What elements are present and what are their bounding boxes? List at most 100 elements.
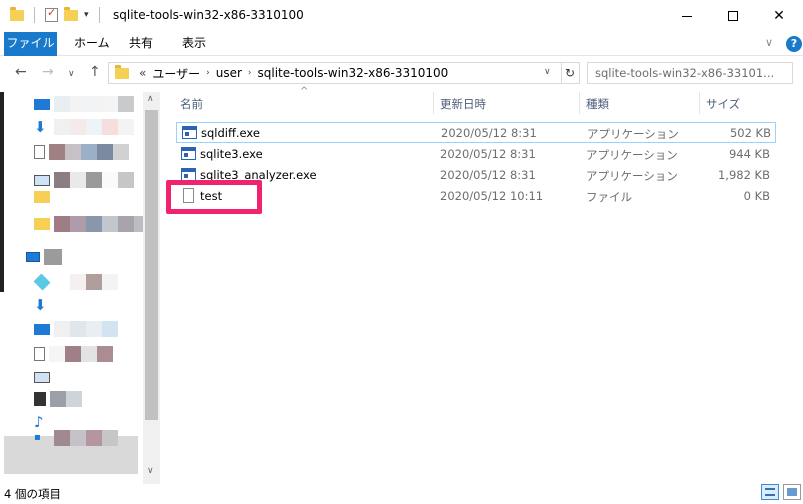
tab-share[interactable]: 共有 (119, 32, 163, 56)
obscured-label (54, 369, 70, 385)
window-edge (0, 92, 4, 292)
nav-item[interactable] (34, 143, 129, 161)
nav-item[interactable] (34, 95, 134, 113)
chevron-right-icon[interactable]: › (206, 68, 210, 78)
music-icon: ♪ (34, 413, 44, 431)
nav-item[interactable]: ▪ (34, 429, 118, 447)
tab-home[interactable]: ホーム (64, 32, 120, 56)
folder-icon (10, 6, 24, 21)
new-folder-icon[interactable] (64, 6, 78, 21)
nav-item[interactable] (34, 320, 118, 338)
pictures-icon (34, 371, 50, 383)
details-view-icon (765, 488, 775, 496)
column-header-name[interactable]: 名前 (180, 96, 203, 112)
column-header-size[interactable]: サイズ (706, 96, 740, 112)
breadcrumb-users[interactable]: ユーザー (152, 65, 200, 82)
address-bar[interactable]: « ユーザー › user › sqlite-tools-win32-x86-3… (108, 62, 562, 84)
help-icon[interactable]: ? (786, 36, 802, 52)
obscured-label (54, 274, 118, 290)
file-row[interactable]: test 2020/05/12 10:11 ファイル 0 KB (176, 186, 776, 207)
column-divider[interactable] (433, 92, 434, 114)
obscured-label (44, 249, 62, 265)
nav-item[interactable] (34, 171, 134, 189)
chevron-right-icon[interactable]: › (248, 68, 252, 78)
exe-icon (182, 126, 197, 139)
column-header-date[interactable]: 更新日時 (440, 96, 486, 112)
minimize-icon (682, 15, 692, 17)
column-divider[interactable] (579, 92, 580, 114)
obscured-label (54, 297, 70, 313)
nav-item[interactable]: ⬇ (34, 118, 134, 136)
forward-button[interactable]: → (42, 64, 54, 80)
breadcrumb-overflow[interactable]: « (139, 66, 146, 80)
file-size: 0 KB (743, 189, 770, 203)
tab-file[interactable]: ファイル (4, 32, 57, 56)
file-date: 2020/05/12 10:11 (440, 189, 544, 203)
obscured-label (49, 346, 113, 362)
nav-item[interactable] (34, 215, 150, 233)
download-icon: ⬇ (34, 296, 47, 314)
download-icon: ⬇ (34, 118, 47, 136)
search-input[interactable]: sqlite-tools-win32-x86-33101... (587, 62, 793, 84)
maximize-icon (728, 11, 738, 21)
file-name: sqlite3.exe (200, 147, 263, 161)
chevron-down-icon[interactable]: ∨ (765, 36, 773, 49)
tab-view[interactable]: 表示 (172, 32, 216, 56)
pictures-icon (34, 174, 50, 186)
quick-access-toolbar: ▾ (10, 6, 104, 23)
nav-item[interactable]: ⬇ (34, 296, 70, 314)
column-header-type[interactable]: 種類 (586, 96, 609, 112)
file-row[interactable]: sqldiff.exe 2020/05/12 8:31 アプリケーション 502… (176, 122, 776, 143)
file-date: 2020/05/12 8:31 (440, 168, 536, 182)
file-date: 2020/05/12 8:31 (440, 147, 536, 161)
document-icon (34, 347, 45, 361)
window-title: sqlite-tools-win32-x86-3310100 (113, 8, 304, 22)
up-button[interactable]: ↑ (89, 64, 101, 80)
close-button[interactable]: ✕ (756, 0, 802, 32)
exe-icon (181, 147, 196, 160)
desktop-icon (34, 323, 50, 335)
breadcrumb-user[interactable]: user (216, 66, 242, 80)
obscured-label (50, 391, 82, 407)
column-divider[interactable] (699, 92, 700, 114)
large-icons-view-button[interactable] (783, 484, 801, 500)
nav-item[interactable] (34, 368, 70, 386)
highlight-annotation (166, 180, 262, 214)
nav-item-pc[interactable] (26, 248, 62, 266)
file-row[interactable]: sqlite3.exe 2020/05/12 8:31 アプリケーション 944… (176, 144, 776, 165)
file-type: アプリケーション (586, 148, 678, 162)
recent-locations-button[interactable]: ∨ (68, 69, 75, 79)
document-icon (34, 145, 45, 159)
file-type: アプリケーション (586, 169, 678, 183)
obscured-label (49, 144, 129, 160)
maximize-button[interactable] (710, 0, 756, 32)
divider (34, 7, 35, 23)
folder-icon (34, 218, 50, 230)
obscured-label (54, 119, 134, 135)
file-size: 1,982 KB (717, 168, 770, 182)
refresh-button[interactable]: ↻ (561, 62, 580, 84)
details-view-button[interactable] (761, 484, 779, 500)
nav-item[interactable] (34, 345, 113, 363)
minimize-button[interactable] (664, 0, 710, 32)
breadcrumb-current-folder[interactable]: sqlite-tools-win32-x86-3310100 (258, 66, 449, 80)
customize-toolbar-icon[interactable]: ▾ (84, 10, 89, 20)
status-item-count: 4 個の項目 (4, 487, 61, 501)
obscured-label (54, 430, 118, 446)
properties-icon[interactable] (45, 6, 58, 22)
scroll-up-icon[interactable]: ∧ (147, 94, 154, 104)
file-name: sqldiff.exe (201, 126, 260, 140)
address-history-icon[interactable]: ∨ (544, 67, 551, 77)
scrollbar-thumb[interactable] (145, 110, 158, 420)
nav-item[interactable] (34, 390, 82, 408)
file-row[interactable]: sqlite3_analyzer.exe 2020/05/12 8:31 アプリ… (176, 165, 776, 186)
obscured-label (54, 414, 70, 430)
nav-item[interactable] (34, 188, 70, 206)
scroll-down-icon[interactable]: ∨ (147, 466, 154, 476)
title-bar: ▾ sqlite-tools-win32-x86-3310100 ✕ (0, 0, 803, 32)
back-button[interactable]: ← (15, 64, 27, 80)
nav-item[interactable] (33, 273, 118, 291)
nav-scrollbar[interactable]: ∧ ∨ (143, 92, 160, 484)
desktop-icon (34, 98, 50, 110)
obscured-label (54, 216, 150, 232)
